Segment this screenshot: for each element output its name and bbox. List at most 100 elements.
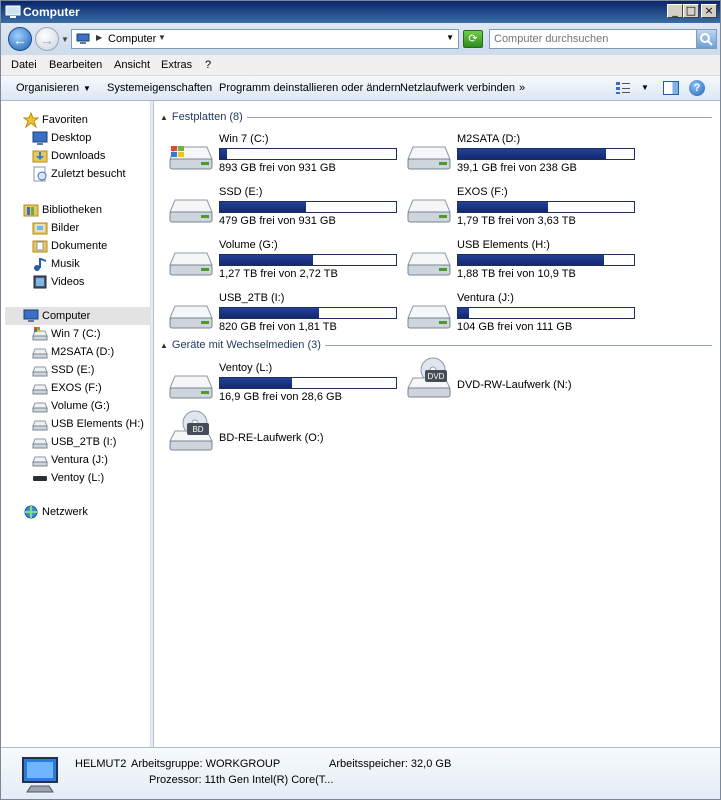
drive-tile[interactable]: M2SATA (D:) 39,1 GB frei von 238 GB [407,133,647,179]
drive-name: Volume (G:) [219,239,278,251]
nav-drive-label: M2SATA (D:) [51,346,115,358]
drive-tile[interactable]: DVD DVD-RW-Laufwerk (N:) [407,357,647,408]
nav-documents[interactable]: Dokumente [32,237,107,255]
view-options-dropdown[interactable]: ▼ [641,83,649,92]
search-input[interactable] [494,32,694,46]
chevron-right-icon[interactable]: ▶ [96,33,102,42]
nav-computer[interactable]: Computer [5,307,151,325]
help-button[interactable]: ? [689,80,705,96]
nav-drive-item[interactable]: Win 7 (C:) [32,325,101,343]
computer-icon [76,33,90,44]
nav-network[interactable]: Netzwerk [23,503,88,521]
menu-datei[interactable]: Datei [11,59,37,71]
nav-drive-item[interactable]: Ventoy (L:) [32,469,104,487]
hard-drive-icon [169,370,213,400]
drive-usage-bar [219,201,397,213]
nav-downloads[interactable]: Downloads [32,147,105,165]
drive-usage-bar [457,148,635,160]
uninstall-program-button[interactable]: Programm deinstallieren oder ändern [219,82,401,94]
documents-icon [32,238,48,254]
drive-tile[interactable]: Ventura (J:) 104 GB frei von 111 GB [407,292,647,338]
system-properties-button[interactable]: Systemeigenschaften [107,82,212,94]
computer-icon [23,308,39,324]
workgroup: Arbeitsgruppe: WORKGROUP [131,758,281,770]
drive-name: M2SATA (D:) [457,133,521,145]
menu-extras[interactable]: Extras [161,59,192,71]
more-commands-button[interactable]: » [519,82,525,94]
hard-drive-icon [32,362,48,378]
breadcrumb-computer[interactable]: Computer [108,33,156,45]
address-history-dropdown[interactable]: ▼ [446,33,454,42]
preview-pane-button[interactable] [663,81,679,95]
close-button[interactable]: × [701,4,717,18]
drive-tile[interactable]: BD BD-RE-Laufwerk (O:) [169,410,409,461]
nav-drive-item[interactable]: Ventura (J:) [32,451,108,469]
nav-drive-item[interactable]: USB_2TB (I:) [32,433,116,451]
star-icon [22,111,40,129]
drive-tile[interactable]: Win 7 (C:) 893 GB frei von 931 GB [169,133,409,179]
menu-ansicht[interactable]: Ansicht [114,59,150,71]
drive-free-space: 1,79 TB frei von 3,63 TB [457,215,576,227]
drive-free-space: 16,9 GB frei von 28,6 GB [219,391,342,403]
nav-network-label: Netzwerk [42,506,88,518]
search-button[interactable] [696,30,716,48]
drive-usage-fill [220,149,227,159]
drive-tile[interactable]: EXOS (F:) 1,79 TB frei von 3,63 TB [407,186,647,232]
map-network-drive-button[interactable]: Netzlaufwerk verbinden [400,82,515,94]
nav-recent[interactable]: Zuletzt besucht [32,165,126,183]
view-options-icon[interactable] [615,81,631,95]
menu-help[interactable]: ? [205,59,211,71]
nav-drive-item[interactable]: SSD (E:) [32,361,94,379]
hard-drive-icon [32,434,48,450]
recent-pages-dropdown[interactable]: ▼ [61,35,69,44]
desktop-icon [32,130,48,146]
drive-tile[interactable]: Ventoy (L:) 16,9 GB frei von 28,6 GB [169,362,409,408]
drive-tile[interactable]: USB_2TB (I:) 820 GB frei von 1,81 TB [169,292,409,338]
nav-recent-label: Zuletzt besucht [51,168,126,180]
nav-videos[interactable]: Videos [32,273,84,291]
drive-usage-bar [219,377,397,389]
maximize-button[interactable]: □ [683,4,699,18]
address-bar[interactable]: ▶ Computer ▼ ▼ [71,29,459,49]
dvd-drive-icon: DVD [407,356,451,400]
menu-bearbeiten[interactable]: Bearbeiten [49,59,102,71]
drive-usage-bar [457,307,635,319]
music-icon [32,256,48,272]
nav-drive-item[interactable]: Volume (G:) [32,397,110,415]
group-header-hard-disks[interactable]: ▲ Festplatten (8) [160,110,712,124]
group-hard-disks-label: Festplatten (8) [171,111,243,123]
nav-pictures[interactable]: Bilder [32,219,79,237]
drive-tile[interactable]: SSD (E:) 479 GB frei von 931 GB [169,186,409,232]
nav-favorites[interactable]: Favoriten [22,111,88,129]
refresh-button[interactable]: ⟳ [463,30,483,48]
drive-tile[interactable]: USB Elements (H:) 1,88 TB frei von 10,9 T… [407,239,647,285]
nav-libraries[interactable]: Bibliotheken [23,201,102,219]
computer-icon [5,5,21,18]
nav-drive-item[interactable]: M2SATA (D:) [32,343,114,361]
hard-drive-icon [32,398,48,414]
network-icon [23,504,39,520]
back-button[interactable]: ← [8,27,32,51]
minimize-button[interactable]: _ [667,4,683,18]
arrow-left-icon: ← [13,32,27,48]
nav-desktop[interactable]: Desktop [32,129,91,147]
drive-name: DVD-RW-Laufwerk (N:) [457,379,572,391]
nav-downloads-label: Downloads [51,150,106,162]
organize-button[interactable]: Organisieren ▼ [16,82,91,94]
address-area: ← → ▼ ▶ Computer ▼ ▼ ⟳ [1,23,720,55]
hard-drive-icon [407,194,451,224]
nav-music[interactable]: Musik [32,255,80,273]
collapse-icon: ▲ [160,112,168,122]
drive-tile[interactable]: Volume (G:) 1,27 TB frei von 2,72 TB [169,239,409,285]
nav-drive-item[interactable]: EXOS (F:) [32,379,102,397]
title-bar[interactable]: Computer _ □ × [1,1,720,23]
group-header-removable[interactable]: ▲ Geräte mit Wechselmedien (3) [160,338,712,352]
nav-drive-item[interactable]: USB Elements (H:) [32,415,144,433]
svg-text:DVD: DVD [428,372,445,381]
chevron-down-icon[interactable]: ▼ [158,33,166,42]
search-box[interactable] [489,29,717,49]
forward-button[interactable]: → [35,27,59,51]
hard-drive-icon [32,452,48,468]
pane-splitter[interactable] [151,101,154,747]
drive-usage-bar [219,307,397,319]
